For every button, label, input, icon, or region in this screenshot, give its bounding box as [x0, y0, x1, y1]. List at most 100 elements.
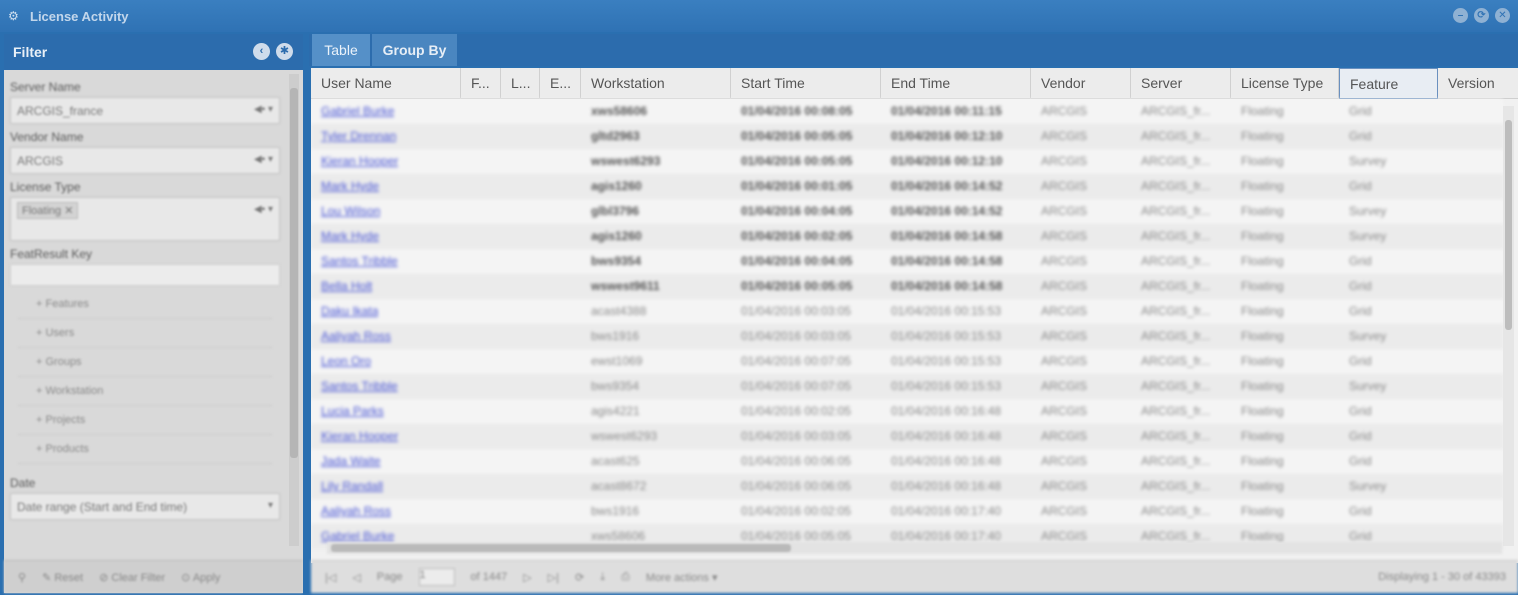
cell-user-name[interactable]: Kieran Hooper — [311, 424, 398, 449]
table-row[interactable]: Aaliyah Ross bws1916 01/04/2016 00:03:05 01… — [311, 324, 1503, 349]
cell-user-name[interactable]: Daku Ikata — [311, 299, 378, 324]
date-select[interactable]: Date range (Start and End time) ▾ — [10, 493, 280, 520]
cell-user-name[interactable]: Aaliyah Ross — [311, 324, 391, 349]
server-name-select[interactable]: ARCGIS_france ◀▪ ▾ — [10, 97, 280, 124]
page-input[interactable]: 1 — [418, 568, 455, 586]
license-type-chip[interactable]: Floating ✕ — [17, 202, 79, 219]
cell-user-name[interactable]: Tyler Drennan — [311, 124, 396, 149]
cell-user-name[interactable]: Gabriel Burke — [311, 99, 394, 124]
first-page-icon[interactable]: |◁ — [325, 571, 336, 584]
cell-server: ARCGIS_fr... — [1141, 329, 1211, 343]
cell-workstation: acast8672 — [591, 479, 647, 493]
collapse-left-icon[interactable]: ‹ — [253, 43, 270, 60]
cell-user-name[interactable]: Mark Hyde — [311, 224, 379, 249]
clear-filter-button[interactable]: ⊘ Clear Filter — [99, 571, 165, 584]
cell-user-name[interactable]: Santos Tribble — [311, 249, 398, 274]
tree-item-projects[interactable]: + Projects — [18, 406, 272, 435]
cell-user-name[interactable]: Mark Hyde — [311, 174, 379, 199]
cell-user-name[interactable]: Kieran Hooper — [311, 149, 398, 174]
cell-start-time: 01/04/2016 00:07:05 — [741, 354, 852, 368]
cell-workstation: glbl3796 — [591, 204, 640, 218]
cell-user-name[interactable]: Jada Waite — [311, 449, 381, 474]
table-row[interactable]: Lou Wilson glbl3796 01/04/2016 00:04:05 01/… — [311, 199, 1503, 224]
tree-item-workstation[interactable]: + Workstation — [18, 377, 272, 406]
table-row[interactable]: Daku Ikata acast4388 01/04/2016 00:03:05 01… — [311, 299, 1503, 324]
col-f[interactable]: F... — [461, 68, 501, 99]
cell-user-name[interactable]: Lily Randall — [311, 474, 383, 499]
col-version[interactable]: Version — [1438, 68, 1518, 99]
filter-scrollbar[interactable] — [289, 74, 299, 546]
restore-icon[interactable]: ⟳ — [1474, 8, 1489, 23]
cell-license-type: Floating — [1241, 279, 1284, 293]
vendor-name-value: ARCGIS — [17, 153, 64, 168]
col-feature[interactable]: Feature — [1339, 68, 1438, 99]
table-row[interactable]: Lily Randall acast8672 01/04/2016 00:06:05… — [311, 474, 1503, 499]
chevron-down-icon[interactable]: ◀▪ ▾ — [254, 154, 273, 165]
cell-feature: Survey — [1349, 154, 1387, 168]
grid-horizontal-scrollbar[interactable] — [327, 542, 1502, 554]
minimize-icon[interactable]: – — [1453, 8, 1468, 23]
license-activity-grid: User Name F... L... E... Workstation Sta… — [311, 68, 1518, 563]
cell-user-name[interactable]: Aaliyah Ross — [311, 499, 391, 524]
col-start-time[interactable]: Start Time — [731, 68, 881, 99]
tab-table[interactable]: Table — [312, 34, 370, 66]
more-actions-menu[interactable]: More actions ▾ — [646, 571, 718, 584]
chevron-down-icon[interactable]: ▾ — [268, 500, 273, 511]
export-icon[interactable]: ⤓ — [600, 571, 605, 584]
cell-end-time: 01/04/2016 00:14:52 — [891, 179, 1003, 193]
col-e[interactable]: E... — [540, 68, 581, 99]
tree-item-products[interactable]: + Products — [18, 435, 272, 464]
apply-button[interactable]: ⊙ Apply — [181, 571, 220, 584]
tree-item-users[interactable]: + Users — [18, 319, 272, 348]
cell-user-name[interactable]: Bella Holt — [311, 274, 372, 299]
cell-user-name[interactable]: Lucia Parks — [311, 399, 384, 424]
keyword-input[interactable] — [10, 264, 280, 286]
chevron-down-icon[interactable]: ◀▪ ▾ — [254, 104, 273, 115]
filter-body: Server Name ARCGIS_france ◀▪ ▾ Vendor Na… — [4, 70, 286, 562]
prev-page-icon[interactable]: ◁ — [352, 571, 360, 584]
close-icon[interactable]: ✕ — [1495, 8, 1510, 23]
tab-group-by[interactable]: Group By — [372, 34, 457, 66]
chevron-down-icon[interactable]: ◀▪ ▾ — [254, 204, 273, 215]
panel-splitter[interactable] — [303, 34, 309, 595]
cell-workstation: bws9354 — [591, 379, 640, 393]
refresh-icon[interactable]: ⟳ — [575, 571, 584, 584]
col-end-time[interactable]: End Time — [881, 68, 1031, 99]
table-row[interactable]: Lucia Parks agis4221 01/04/2016 00:02:05 01… — [311, 399, 1503, 424]
table-row[interactable]: Santos Tribble bws9354 01/04/2016 00:07:05… — [311, 374, 1503, 399]
col-workstation[interactable]: Workstation — [581, 68, 731, 99]
table-row[interactable]: Kieran Hooper wswest6293 01/04/2016 00:05:… — [311, 149, 1503, 174]
col-user-name[interactable]: User Name — [311, 68, 461, 99]
vendor-name-select[interactable]: ARCGIS ◀▪ ▾ — [10, 147, 280, 174]
table-row[interactable]: Santos Tribble bws9354 01/04/2016 00:04:05… — [311, 249, 1503, 274]
table-row[interactable]: Aaliyah Ross bws1916 01/04/2016 00:02:05 01… — [311, 499, 1503, 524]
cell-user-name[interactable]: Santos Tribble — [311, 374, 398, 399]
license-type-multiselect[interactable]: Floating ✕ ◀▪ ▾ — [10, 197, 280, 241]
table-row[interactable]: Mark Hyde agis1260 01/04/2016 00:02:05 01/0… — [311, 224, 1503, 249]
col-server[interactable]: Server — [1131, 68, 1231, 99]
table-row[interactable]: Leon Oro ewst1069 01/04/2016 00:07:05 01/04… — [311, 349, 1503, 374]
table-row[interactable]: Bella Holt wswest9611 01/04/2016 00:05:05 0… — [311, 274, 1503, 299]
tree-item-features[interactable]: + Features — [18, 290, 272, 319]
cell-workstation: acast4388 — [591, 304, 647, 318]
tree-item-groups[interactable]: + Groups — [18, 348, 272, 377]
table-row[interactable]: Mark Hyde agis1260 01/04/2016 00:01:05 01/0… — [311, 174, 1503, 199]
cell-user-name[interactable]: Leon Oro — [311, 349, 371, 374]
pin-icon[interactable]: ⚲ — [18, 571, 26, 584]
last-page-icon[interactable]: ▷| — [548, 571, 559, 584]
cell-workstation: bws1916 — [591, 329, 640, 343]
reset-button[interactable]: ✎ Reset — [42, 571, 83, 584]
col-vendor[interactable]: Vendor — [1031, 68, 1131, 99]
col-l[interactable]: L... — [501, 68, 540, 99]
table-row[interactable]: Gabriel Burke xws58606 01/04/2016 00:08:05… — [311, 99, 1503, 124]
table-row[interactable]: Tyler Drennan gltd2963 01/04/2016 00:05:05… — [311, 124, 1503, 149]
col-license-type[interactable]: License Type — [1231, 68, 1339, 99]
grid-vertical-scrollbar[interactable] — [1503, 106, 1514, 546]
next-page-icon[interactable]: ▷ — [523, 571, 531, 584]
cell-start-time: 01/04/2016 00:03:05 — [741, 329, 852, 343]
table-row[interactable]: Kieran Hooper wswest6293 01/04/2016 00:03:… — [311, 424, 1503, 449]
cell-user-name[interactable]: Lou Wilson — [311, 199, 380, 224]
gear-icon[interactable]: ✱ — [276, 43, 293, 60]
print-icon[interactable]: ⎙ — [621, 571, 630, 584]
table-row[interactable]: Jada Waite acast625 01/04/2016 00:06:05 01/… — [311, 449, 1503, 474]
